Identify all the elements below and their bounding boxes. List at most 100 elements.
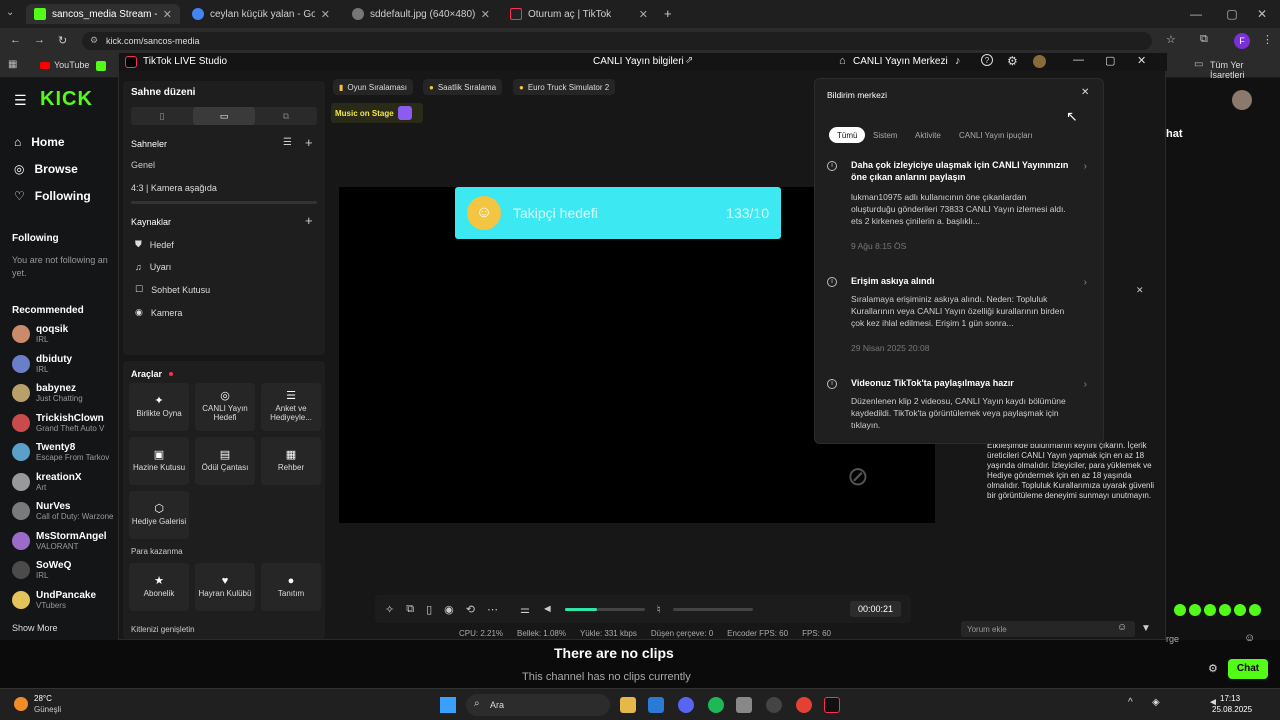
network-icon[interactable]: ◈ [1152,697,1160,708]
settings-icon[interactable]: ⚙ [1208,662,1218,675]
filter-icon[interactable]: ▼ [1141,623,1151,634]
vscode-icon[interactable] [648,697,664,713]
tray-chevron-icon[interactable]: ^ [1128,697,1133,708]
magic-wand-icon[interactable]: ✧ [385,603,394,616]
extensions-icon[interactable]: ⧉ [1200,33,1208,46]
tool-treasure-box[interactable]: ▣ Hazine Kutusu [129,437,189,485]
user-avatar[interactable] [1033,55,1046,68]
profile-avatar[interactable]: F [1234,33,1250,49]
help-icon[interactable]: ? [981,54,993,66]
clock-time[interactable]: 17:13 [1220,694,1240,703]
tool-gift-gallery[interactable]: ⬡ Hediye Galerisi [129,491,189,539]
steam-icon[interactable] [766,697,782,713]
emoji-icon[interactable]: ☺ [1244,632,1255,644]
discord-icon[interactable] [678,697,694,713]
recommended-channel[interactable]: kreationX Art [12,470,118,494]
hamburger-icon[interactable]: ☰ [14,92,27,109]
tool-subscription[interactable]: ★ Abonelik [129,563,189,611]
recommended-channel[interactable]: Twenty8 Escape From Tarkov [12,440,118,464]
apps-icon[interactable]: ▦ [8,59,17,70]
address-bar[interactable]: ⚙ kick.com/sancos-media [82,32,1152,50]
tool-reward-bag[interactable]: ▤ Ödül Çantası [195,437,255,485]
tool-play-together[interactable]: ✦ Birlikte Oyna [129,383,189,431]
scene-general[interactable]: Genel [131,160,155,170]
popup-close-icon[interactable]: ✕ [1136,285,1144,296]
source-goal[interactable]: ⛊ Hedef [135,239,174,250]
reload-icon[interactable]: ↻ [58,34,67,47]
recommended-channel[interactable]: MsStormAngel VALORANT [12,529,118,553]
close-icon[interactable]: ✕ [163,8,172,21]
bookmark-star-icon[interactable]: ☆ [1166,33,1176,46]
forward-icon[interactable]: → [34,34,45,46]
phone-icon[interactable]: ▯ [426,603,432,616]
source-chat-box[interactable]: ☐ Sohbet Kutusu [135,284,210,295]
weather-temp[interactable]: 28°C [34,694,52,703]
streamer-avatar[interactable] [1232,90,1252,110]
recommended-channel[interactable]: babynez Just Chatting [12,381,118,405]
list-icon[interactable]: ☰ [283,137,292,148]
new-tab-icon[interactable]: + [664,6,672,21]
browser-tab-1[interactable]: sancos_media Stream - Watch L ✕ [26,4,180,24]
file-explorer-icon[interactable] [620,697,636,713]
source-alert[interactable]: ♫ Uyarı [135,262,171,272]
tool-fan-club[interactable]: ♥ Hayran Kulübü [195,563,255,611]
recommended-channel[interactable]: SoWeQ IRL [12,558,118,582]
close-icon[interactable]: ✕ [1137,54,1146,67]
music-on-stage-banner[interactable]: Music on Stage [331,103,423,123]
recommended-channel[interactable]: dbiduty IRL [12,352,118,376]
nav-home[interactable]: ⌂ Home [14,135,65,149]
close-window-icon[interactable]: ✕ [1244,0,1280,28]
layers-icon[interactable]: ⧉ [406,603,414,616]
nav-browse[interactable]: ◎ Browse [14,162,78,176]
site-info-icon[interactable]: ⚙ [90,35,98,46]
recommended-channel[interactable]: qoqsik IRL [12,322,118,346]
browser-tab-3[interactable]: sddefault.jpg (640×480) ✕ [344,4,498,24]
landscape-layout-button[interactable]: ▭ [193,107,255,125]
notification-item-2[interactable]: i Erişim askıya alındı › Sıralamaya eriş… [827,275,1093,365]
bell-icon[interactable]: ♪ [955,55,961,67]
nav-following[interactable]: ♡ Following [14,189,91,203]
mixer-icon[interactable]: ⚌ [520,603,530,616]
multi-layout-button[interactable]: ⧉ [255,107,317,125]
replay-icon[interactable]: ⟲ [466,603,475,616]
recommended-channel[interactable]: NurVes Call of Duty: Warzone [12,499,118,523]
comment-input[interactable]: Yorum ekle ☺ [961,621,1135,637]
tab-activity[interactable]: Aktivite [907,127,949,143]
more-icon[interactable]: ⋯ [487,603,498,616]
kick-bookmark-icon[interactable] [96,61,106,71]
recommended-channel[interactable]: UndPancake VTubers [12,588,118,612]
close-icon[interactable]: ✕ [321,8,330,21]
tool-guide[interactable]: ▦ Rehber [261,437,321,485]
microphone-icon[interactable]: ♮ [657,603,661,616]
source-camera[interactable]: ◉ Kamera [135,307,182,318]
add-source-icon[interactable]: + [305,213,313,228]
spotify-icon[interactable] [708,697,724,713]
show-more-link[interactable]: Show More [12,623,58,633]
gear-icon[interactable]: ⚙ [1007,54,1018,68]
share-icon[interactable]: ⇗ [685,55,693,66]
add-scene-icon[interactable]: + [305,135,313,150]
tab-system[interactable]: Sistem [865,127,905,143]
speaker-icon[interactable]: ◄ [542,603,553,615]
portrait-layout-button[interactable]: ▯ [131,107,193,125]
emoji-icon[interactable]: ☺ [1117,622,1127,633]
minimize-icon[interactable]: — [1178,0,1214,28]
record-icon[interactable]: ◉ [444,603,454,616]
taskbar-search[interactable]: ⌕ Ara [466,694,610,716]
notification-item-3[interactable]: i Videonuz TikTok'ta paylaşılmaya hazır … [827,377,1093,443]
browser-tab-4[interactable]: Oturum aç | TikTok ✕ [502,4,656,24]
windows-start-icon[interactable] [440,697,456,713]
speaker-volume-slider[interactable] [564,607,645,611]
live-info-title[interactable]: CANLI Yayın bilgileri [593,56,684,67]
tab-live-tips[interactable]: CANLI Yayın ipuçları [951,127,1041,143]
recommended-channel[interactable]: TrickishClown Grand Theft Auto V [12,411,118,435]
tiktok-icon[interactable] [824,697,840,713]
follower-goal-widget[interactable]: ☺ Takipçi hedefi 133/10 [455,187,781,239]
close-icon[interactable]: ✕ [481,8,490,21]
all-bookmarks[interactable]: Tüm Yer İşaretleri [1210,60,1280,80]
chip-game-ets2[interactable]: ● Euro Truck Simulator 2 [513,79,616,95]
close-icon[interactable]: ✕ [639,8,648,21]
chip-hourly-ranking[interactable]: ● Saatlik Sıralama [423,79,503,95]
chat-input-partial[interactable]: rge [1166,634,1179,644]
minimize-icon[interactable]: — [1073,54,1084,66]
